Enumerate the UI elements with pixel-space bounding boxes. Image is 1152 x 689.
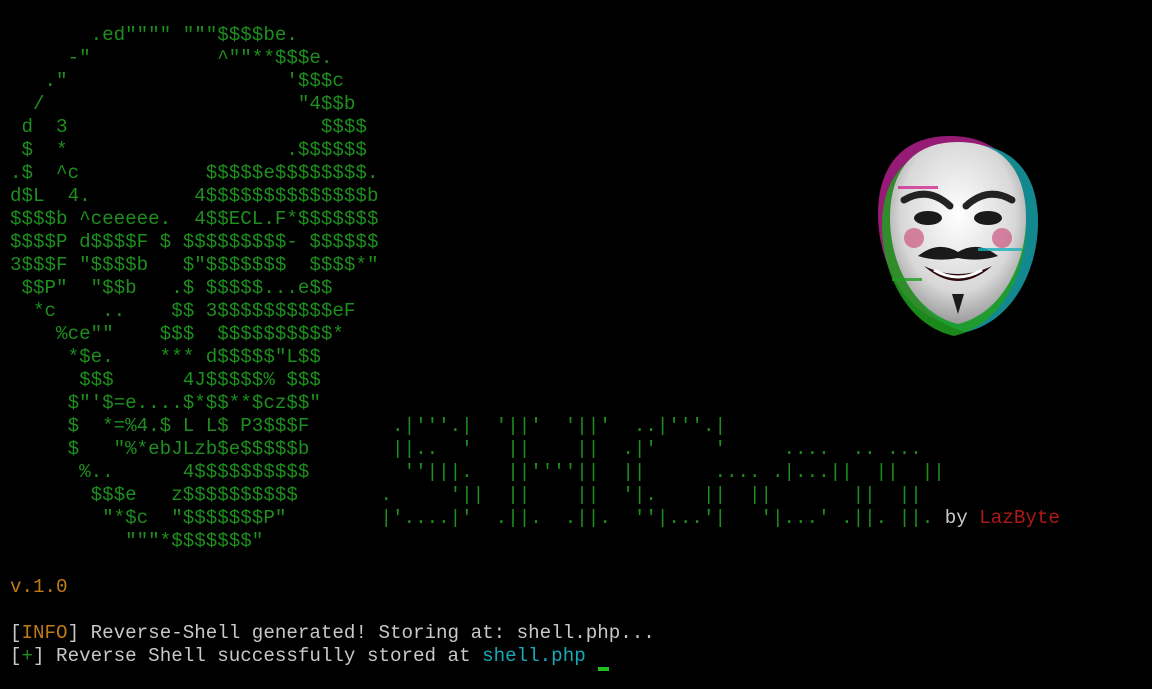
log-bracket-close: ] [33, 645, 45, 667]
banner-credit-line: |'....|' .||. .||. ''|...'| '|...' .||. … [346, 507, 1060, 530]
ascii-art-line: """*$$$$$$$" [10, 530, 264, 552]
log-message: Reverse Shell successfully stored at [44, 645, 483, 667]
log-message: Reverse-Shell generated! Storing at: she… [79, 622, 655, 644]
ascii-art-line: d 3 $$$$ [10, 116, 367, 138]
ascii-art-line: $ "%*ebJLzb$e$$$$$b [10, 438, 310, 460]
ascii-art-line: / "4$$b [10, 93, 356, 115]
terminal-window[interactable]: .ed"""" """$$$$be. -" ^""**$$$e. ." '$$$… [0, 0, 1152, 672]
banner-line: ||.. ' || || .|' ' .... .. ... [346, 438, 922, 460]
banner-line: |'....|' .||. .||. ''|...'| '|...' .||. … [346, 507, 934, 529]
log-line-info: [INFO] Reverse-Shell generated! Storing … [10, 622, 655, 645]
ascii-art-line: d$L 4. 4$$$$$$$$$$$$$$b [10, 185, 379, 207]
log-tag-success: + [21, 645, 34, 667]
ascii-art-line: *$e. *** d$$$$$"L$$ [10, 346, 321, 368]
ascii-art-line: $"'$=e....$*$$**$cz$$" [10, 392, 321, 414]
ascii-art-line: $$P" "$$b .$ $$$$$...e$$ [10, 277, 333, 299]
log-line-success: [+] Reverse Shell successfully stored at… [10, 645, 586, 668]
credit-author: LazByte [979, 507, 1060, 529]
ascii-art-line: *c .. $$ 3$$$$$$$$$$eF [10, 300, 356, 322]
banner-line: .|'''.| '||' '||' ..|'''.| [346, 415, 726, 437]
ascii-art-line: ." '$$$c [10, 70, 344, 92]
log-bracket-close: ] [67, 622, 80, 644]
ascii-art-line: $$$$P d$$$$F $ $$$$$$$$$- $$$$$$ [10, 231, 379, 253]
log-bracket-open: [ [10, 622, 22, 644]
ascii-art-line: $ * .$$$$$$ [10, 139, 367, 161]
ascii-art-line: .$ ^c $$$$$e$$$$$$$$. [10, 162, 379, 184]
ascii-art-line: $ *=%4.$ L L$ P3$$$F [10, 415, 310, 437]
ascii-art-line: $$$$b ^ceeeee. 4$$ECL.F*$$$$$$$ [10, 208, 379, 230]
credit-by: by [933, 507, 979, 529]
ascii-art-line: -" ^""**$$$e. [10, 47, 333, 69]
log-bracket-open: [ [10, 645, 22, 667]
ascii-art-line: $$$e z$$$$$$$$$$ [10, 484, 298, 506]
credit-by-text: by [944, 507, 968, 529]
fsociety-mask-icon [868, 128, 1048, 338]
ascii-art-line: %.. 4$$$$$$$$$$ [10, 461, 310, 483]
log-file-path: shell.php [482, 645, 586, 667]
log-tag-info: INFO [21, 622, 68, 644]
ascii-art-line: 3$$$F "$$$$b $"$$$$$$$ $$$$*" [10, 254, 379, 276]
terminal-cursor [598, 667, 610, 672]
ascii-art-line: .ed"""" """$$$$be. [10, 24, 298, 46]
banner-line: ''|||. ||''''|| || .... .|...|| || || [346, 461, 945, 483]
banner-line: . '|| || || '|. || || || || [346, 484, 922, 506]
ascii-art-line: %ce"" $$$ $$$$$$$$$$* [10, 323, 344, 345]
ascii-art-line: "*$c "$$$$$$$P" [10, 507, 287, 529]
ascii-art-line: $$$ 4J$$$$$% $$$ [10, 369, 321, 391]
version-label: v.1.0 [10, 576, 68, 598]
cursor-block [598, 667, 609, 671]
